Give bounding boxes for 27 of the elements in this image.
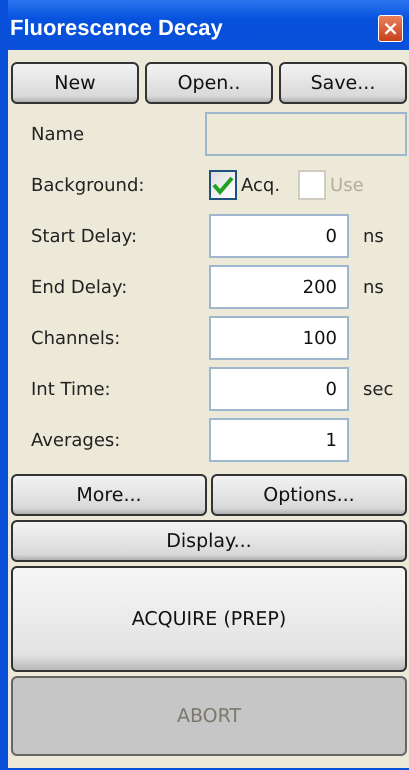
field-label: Int Time: [31,378,112,400]
window-title: Fluorescence Decay [10,15,223,41]
number-field[interactable]: 100 [209,316,349,360]
number-field[interactable]: 0 [209,367,349,411]
field-label: Background: [31,174,146,196]
file-button[interactable]: Save... [279,62,407,104]
field-label: End Delay: [31,276,128,298]
checkbox-label: Acq. [241,174,280,196]
number-field[interactable]: 0 [209,214,349,258]
field-label: Averages: [31,430,122,450]
field-label: Start Delay: [31,226,138,246]
close-button[interactable]: × [378,14,403,42]
file-button[interactable]: New [11,62,139,104]
checkbox-label: Use [330,174,364,196]
checkbox[interactable] [209,170,237,200]
display-button[interactable]: Display... [11,520,407,562]
option-button[interactable]: Options... [211,474,407,516]
field-label: Channels: [31,328,122,348]
number-field[interactable]: 200 [209,265,349,309]
unit-label: ns [363,276,384,298]
number-field[interactable]: 1 [209,418,349,462]
unit-label: ns [363,226,384,246]
acquire-button[interactable]: ACQUIRE (PREP) [11,566,407,672]
field-label: Name [31,124,86,144]
option-button[interactable]: More... [11,474,207,516]
unit-label: sec [363,378,394,400]
file-button[interactable]: Open.. [145,62,273,104]
